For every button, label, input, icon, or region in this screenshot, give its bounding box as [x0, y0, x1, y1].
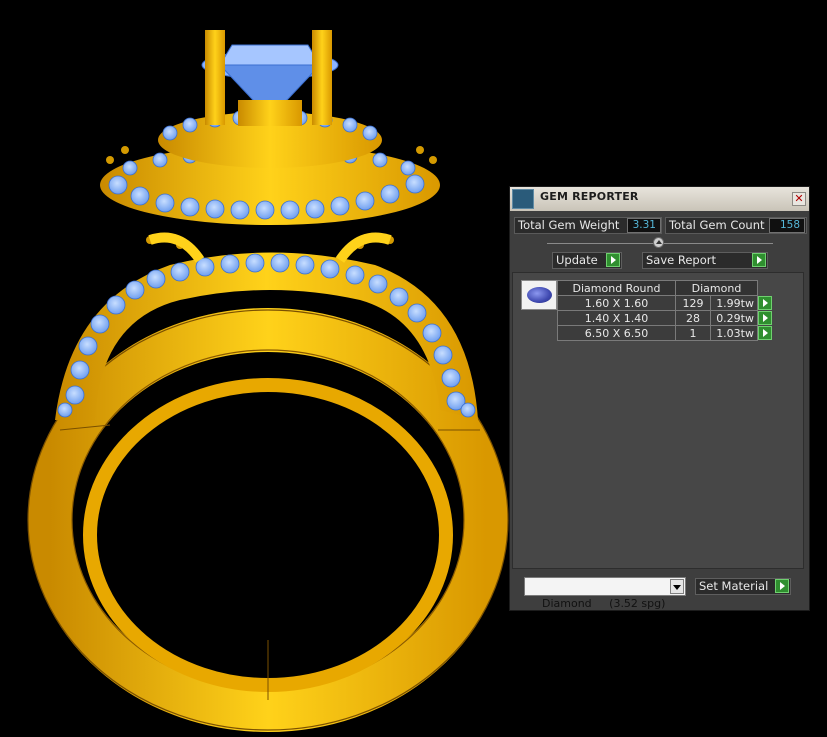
- table-row[interactable]: 1.60 X 1.60 129 1.99tw: [557, 295, 773, 311]
- set-material-button[interactable]: Set Material: [695, 578, 791, 595]
- gem-thumbnail: [521, 280, 557, 310]
- cell-size: 1.40 X 1.40: [557, 310, 676, 326]
- gem-reporter-panel: GEM REPORTER ✕ Total Gem Weight 3.31 Tot…: [509, 186, 810, 611]
- diamond-icon: [527, 287, 552, 303]
- row-action-button[interactable]: [758, 311, 772, 325]
- panel-titlebar[interactable]: GEM REPORTER ✕: [510, 187, 809, 211]
- ring-model: [27, 30, 509, 732]
- row-action-button[interactable]: [758, 296, 772, 310]
- cell-weight: 1.03tw: [710, 325, 758, 341]
- material-select-value: Diamond (3.52 spg): [542, 597, 666, 610]
- play-icon: [752, 253, 766, 267]
- cell-size: 6.50 X 6.50: [557, 325, 676, 341]
- column-header-material: Diamond: [675, 280, 758, 296]
- cell-size: 1.60 X 1.60: [557, 295, 676, 311]
- update-button-label: Update: [556, 253, 598, 267]
- row-action-button[interactable]: [758, 326, 772, 340]
- save-report-button-label: Save Report: [646, 253, 717, 267]
- gem-reporter-icon: [512, 189, 534, 209]
- gem-list[interactable]: Diamond Round Diamond 1.60 X 1.60 129 1.…: [512, 272, 804, 569]
- set-material-button-label: Set Material: [699, 579, 769, 593]
- save-report-button[interactable]: Save Report: [642, 252, 768, 269]
- panel-title: GEM REPORTER: [540, 190, 639, 203]
- material-select[interactable]: Diamond (3.52 spg): [524, 577, 686, 610]
- play-icon: [606, 253, 620, 267]
- update-button[interactable]: Update: [552, 252, 622, 269]
- chevron-down-icon[interactable]: [670, 579, 684, 594]
- column-header-shape: Diamond Round: [557, 280, 676, 296]
- table-header-row: Diamond Round Diamond: [557, 280, 773, 296]
- collapse-icon[interactable]: [653, 237, 664, 248]
- cell-weight: 0.29tw: [710, 310, 758, 326]
- table-row[interactable]: 1.40 X 1.40 28 0.29tw: [557, 310, 773, 326]
- close-icon[interactable]: ✕: [792, 192, 806, 206]
- total-gem-weight-value: 3.31: [627, 218, 661, 233]
- table-row[interactable]: 6.50 X 6.50 1 1.03tw: [557, 325, 773, 341]
- cell-count: 129: [675, 295, 711, 311]
- cell-count: 28: [675, 310, 711, 326]
- cell-count: 1: [675, 325, 711, 341]
- play-icon: [775, 579, 789, 593]
- cell-weight: 1.99tw: [710, 295, 758, 311]
- gem-table: Diamond Round Diamond 1.60 X 1.60 129 1.…: [557, 280, 773, 341]
- total-gem-count-value: 158: [769, 218, 805, 233]
